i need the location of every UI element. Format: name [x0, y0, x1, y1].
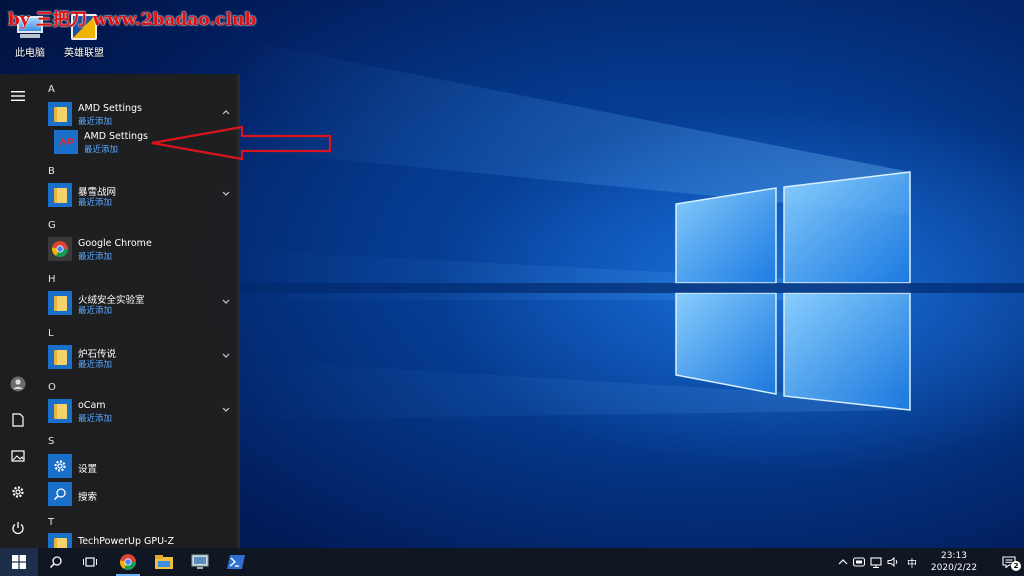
app-search[interactable]: 搜索	[48, 480, 238, 512]
network-icon	[870, 556, 882, 568]
windows-logo-icon	[12, 555, 26, 569]
recently-added-label: 最近添加	[78, 414, 113, 424]
settings-button[interactable]	[6, 480, 30, 504]
start-menu-rail	[0, 74, 36, 548]
app-name: AMD Settings	[84, 131, 148, 142]
folder-icon	[48, 102, 72, 126]
taskbar-file-explorer[interactable]	[146, 548, 182, 576]
document-icon	[12, 413, 24, 427]
file-explorer-icon	[155, 555, 173, 569]
section-letter-s[interactable]: S	[48, 436, 54, 447]
hamburger-menu-button[interactable]	[6, 84, 30, 108]
tray-app-button[interactable]	[851, 548, 867, 576]
taskbar-app-monitor[interactable]	[182, 548, 218, 576]
app-folder-huorong[interactable]: 火绒安全实验室 最近添加	[48, 289, 238, 321]
annotation-arrow	[151, 125, 332, 161]
volume-button[interactable]	[885, 548, 901, 576]
chevron-down-icon	[222, 353, 230, 358]
recently-added-label: 最近添加	[84, 145, 119, 155]
action-center-button[interactable]: 2	[994, 548, 1024, 576]
account-button[interactable]	[6, 372, 30, 396]
chrome-icon	[48, 237, 72, 261]
chevron-down-icon	[222, 191, 230, 196]
app-name: AMD Settings	[78, 103, 142, 114]
clock-date: 2020/2/22	[930, 563, 978, 573]
watermark-text: by 三把刀 www.2badao.club	[8, 10, 257, 30]
system-tray: 中 23:13 2020/2/22 2	[834, 548, 1024, 576]
taskbar-search-button[interactable]	[38, 548, 74, 576]
power-button[interactable]	[6, 516, 30, 540]
app-name: TechPowerUp GPU-Z	[78, 536, 174, 547]
section-letter-b[interactable]: B	[48, 166, 55, 177]
clock[interactable]: 23:13 2020/2/22	[926, 548, 982, 576]
notification-count-badge: 2	[1011, 561, 1021, 571]
desktop-icon-label: 此电脑	[15, 48, 45, 59]
taskbar-chrome[interactable]	[110, 548, 146, 576]
gear-icon	[12, 486, 24, 498]
recently-added-label: 最近添加	[78, 252, 113, 262]
documents-button[interactable]	[6, 408, 30, 432]
app-name: oCam	[78, 400, 106, 411]
taskbar-powershell[interactable]	[218, 548, 254, 576]
hamburger-icon	[11, 91, 25, 101]
recently-added-label: 最近添加	[78, 198, 113, 208]
volume-icon	[887, 557, 898, 567]
app-name: Google Chrome	[78, 238, 152, 249]
chevron-up-icon	[838, 559, 848, 565]
input-method-indicator[interactable]: 中	[903, 548, 921, 576]
search-icon	[48, 482, 72, 506]
amd-logo-icon	[54, 130, 78, 154]
folder-icon	[48, 291, 72, 315]
start-button[interactable]	[0, 548, 38, 576]
section-letter-o[interactable]: O	[48, 382, 56, 393]
network-button[interactable]	[868, 548, 884, 576]
app-name: 搜索	[78, 492, 98, 503]
recently-added-label: 最近添加	[78, 306, 113, 316]
chevron-up-icon	[222, 110, 230, 115]
folder-icon	[48, 533, 72, 548]
task-view-button[interactable]	[72, 548, 108, 576]
power-icon	[12, 522, 24, 535]
section-letter-l[interactable]: L	[48, 328, 54, 339]
app-name: 设置	[78, 464, 98, 475]
gear-icon	[48, 454, 72, 478]
section-letter-a[interactable]: A	[48, 84, 55, 95]
task-view-icon	[83, 557, 97, 567]
chevron-down-icon	[222, 299, 230, 304]
pictures-button[interactable]	[6, 444, 30, 468]
powershell-icon	[227, 555, 245, 569]
desktop-icon-label: 英雄联盟	[64, 48, 104, 59]
chevron-down-icon	[222, 407, 230, 412]
clock-time: 23:13	[941, 551, 967, 561]
pictures-icon	[11, 450, 25, 462]
folder-icon	[48, 183, 72, 207]
user-avatar-icon	[10, 376, 26, 392]
app-folder-blizzard[interactable]: 暴雪战网 最近添加	[48, 181, 238, 213]
monitor-app-icon	[191, 554, 209, 569]
taskbar: 中 23:13 2020/2/22 2	[0, 548, 1024, 576]
recently-added-label: 最近添加	[78, 117, 113, 127]
search-icon	[49, 556, 62, 569]
app-folder-gpuz[interactable]: TechPowerUp GPU-Z	[48, 531, 238, 548]
chrome-icon	[119, 554, 136, 570]
section-letter-g[interactable]: G	[48, 220, 56, 231]
folder-icon	[48, 345, 72, 369]
app-folder-hearthstone[interactable]: 炉石传说 最近添加	[48, 343, 238, 375]
tray-app-icon	[853, 557, 865, 567]
section-letter-h[interactable]: H	[48, 274, 56, 285]
show-hidden-icons-button[interactable]	[836, 548, 850, 576]
recently-added-label: 最近添加	[78, 360, 113, 370]
section-letter-t[interactable]: T	[48, 517, 54, 528]
app-folder-ocam[interactable]: oCam 最近添加	[48, 397, 238, 429]
folder-icon	[48, 399, 72, 423]
app-google-chrome[interactable]: Google Chrome 最近添加	[48, 235, 238, 267]
